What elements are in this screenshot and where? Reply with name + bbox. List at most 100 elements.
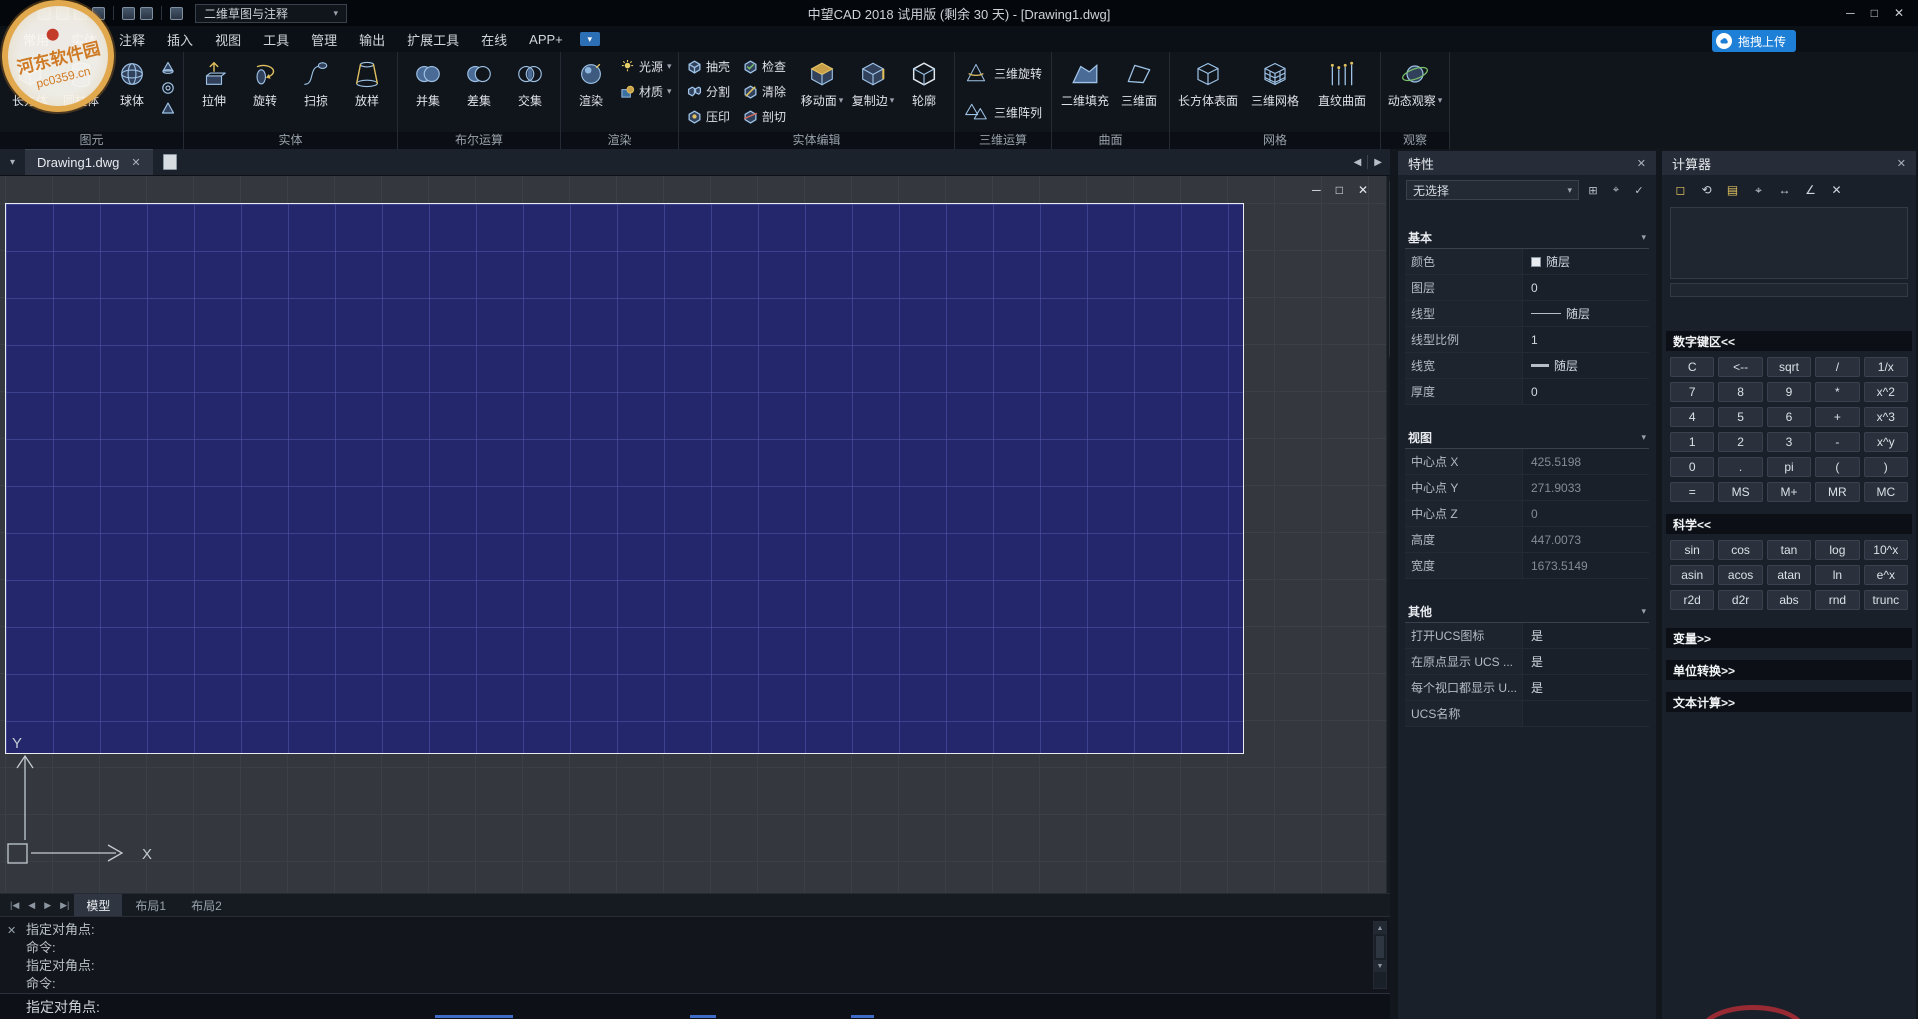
property-value[interactable]: 0 bbox=[1523, 275, 1649, 300]
check-button[interactable]: 检查 bbox=[740, 54, 796, 79]
calc-key-trunc[interactable]: trunc bbox=[1864, 590, 1908, 610]
calc-key-pi[interactable]: pi bbox=[1767, 457, 1811, 477]
calc-key-r2d[interactable]: r2d bbox=[1670, 590, 1714, 610]
intersection-icon[interactable]: ✕ bbox=[1828, 182, 1845, 199]
paste-icon[interactable]: ▤ bbox=[1724, 182, 1741, 199]
undo-icon[interactable] bbox=[122, 7, 135, 20]
collapse-section-icon[interactable]: ▾ bbox=[1641, 607, 1646, 616]
calc-key-10x[interactable]: 10^x bbox=[1864, 540, 1908, 560]
first-layout-icon[interactable]: |◀ bbox=[6, 900, 23, 911]
ruled-surface-button[interactable]: 直纹曲面 bbox=[1309, 54, 1375, 132]
next-layout-icon[interactable]: ▶ bbox=[40, 900, 55, 911]
selection-dropdown[interactable]: 无选择 ▾ bbox=[1406, 180, 1579, 200]
calc-key-log[interactable]: log bbox=[1815, 540, 1859, 560]
extrude-button[interactable]: 拉伸 bbox=[189, 54, 239, 132]
clear-icon[interactable]: ◻ bbox=[1672, 182, 1689, 199]
rotate-3d-button[interactable]: 三维旋转 bbox=[960, 54, 1046, 92]
close-tab-icon[interactable]: ✕ bbox=[131, 156, 140, 169]
minimize-button[interactable]: ─ bbox=[1846, 6, 1855, 20]
render-button[interactable]: 渲染 bbox=[566, 54, 616, 132]
calc-key-close-paren[interactable]: ) bbox=[1864, 457, 1908, 477]
pyramid-icon[interactable] bbox=[161, 101, 175, 115]
calc-key-ln[interactable]: ln bbox=[1815, 565, 1859, 585]
calc-key-decimal[interactable]: . bbox=[1718, 457, 1762, 477]
copy-edge-button[interactable]: 复制边▾ bbox=[848, 54, 898, 132]
intersect-button[interactable]: 交集 bbox=[505, 54, 555, 132]
cone-icon[interactable] bbox=[161, 61, 175, 75]
separate-button[interactable]: 分割 bbox=[684, 79, 740, 104]
calc-key-tan[interactable]: tan bbox=[1767, 540, 1811, 560]
viewport-close-icon[interactable]: ✕ bbox=[1358, 183, 1368, 197]
menu-item-online[interactable]: 在线 bbox=[470, 26, 518, 53]
calculator-input-field[interactable] bbox=[1670, 283, 1908, 297]
calc-key-5[interactable]: 5 bbox=[1718, 407, 1762, 427]
calc-key-plus[interactable]: + bbox=[1815, 407, 1859, 427]
collapse-right-icon[interactable]: ▶ bbox=[1374, 157, 1382, 168]
calc-key-9[interactable]: 9 bbox=[1767, 382, 1811, 402]
shell-button[interactable]: 抽壳 bbox=[684, 54, 740, 79]
calc-key-1[interactable]: 1 bbox=[1670, 432, 1714, 452]
drawing-canvas[interactable]: ─ □ ✕ Y X bbox=[0, 176, 1386, 893]
calculator-history-display[interactable] bbox=[1670, 207, 1908, 279]
calc-key-equals[interactable]: = bbox=[1670, 482, 1714, 502]
box-surface-button[interactable]: 长方体表面 bbox=[1175, 54, 1241, 132]
property-value[interactable]: 447.0073 bbox=[1523, 527, 1649, 552]
property-value[interactable]: 是 bbox=[1523, 675, 1649, 700]
property-value[interactable]: 随层 bbox=[1523, 353, 1649, 378]
close-calculator-icon[interactable]: ✕ bbox=[1897, 157, 1906, 170]
calc-key-cos[interactable]: cos bbox=[1718, 540, 1762, 560]
close-button[interactable]: ✕ bbox=[1894, 6, 1904, 20]
2d-fill-button[interactable]: 二维填充 bbox=[1057, 54, 1113, 132]
variables-section-header[interactable]: 变量>> bbox=[1666, 628, 1912, 648]
clean-button[interactable]: 清除 bbox=[740, 79, 796, 104]
viewport-minimize-icon[interactable]: ─ bbox=[1312, 183, 1321, 197]
calc-key-7[interactable]: 7 bbox=[1670, 382, 1714, 402]
close-properties-icon[interactable]: ✕ bbox=[1637, 157, 1646, 170]
collapse-section-icon[interactable]: ▾ bbox=[1641, 233, 1646, 242]
property-value[interactable]: 随层 bbox=[1523, 249, 1649, 274]
dynamic-orbit-button[interactable]: 动态观察▾ bbox=[1386, 54, 1444, 132]
calc-key-memory-clear[interactable]: MC bbox=[1864, 482, 1908, 502]
section-header[interactable]: 其他 ▾ bbox=[1405, 601, 1649, 623]
collapse-section-icon[interactable]: ▾ bbox=[1641, 433, 1646, 442]
property-value[interactable]: 0 bbox=[1523, 501, 1649, 526]
calc-key-sqrt[interactable]: sqrt bbox=[1767, 357, 1811, 377]
quick-select-icon[interactable]: ✓ bbox=[1630, 181, 1648, 199]
3d-mesh-button[interactable]: 三维网格 bbox=[1242, 54, 1308, 132]
property-value[interactable]: 1 bbox=[1523, 327, 1649, 352]
calc-key-clear[interactable]: C bbox=[1670, 357, 1714, 377]
imprint-button[interactable]: 压印 bbox=[684, 104, 740, 129]
viewport-rectangle[interactable] bbox=[5, 203, 1244, 754]
calc-key-8[interactable]: 8 bbox=[1718, 382, 1762, 402]
redo-icon[interactable] bbox=[140, 7, 153, 20]
calc-key-3[interactable]: 3 bbox=[1767, 432, 1811, 452]
outline-button[interactable]: 轮廓 bbox=[899, 54, 949, 132]
menu-item-output[interactable]: 输出 bbox=[348, 26, 396, 53]
sweep-button[interactable]: 扫掠 bbox=[291, 54, 341, 132]
unit-conversion-section-header[interactable]: 单位转换>> bbox=[1666, 660, 1912, 680]
tab-list-dropdown-icon[interactable]: ▾ bbox=[10, 157, 15, 168]
material-button[interactable]: 材质 ▾ bbox=[617, 79, 673, 104]
maximize-button[interactable]: □ bbox=[1871, 6, 1878, 20]
message-icon[interactable]: ▾ bbox=[580, 32, 600, 46]
property-value[interactable]: 1673.5149 bbox=[1523, 553, 1649, 578]
subtract-button[interactable]: 差集 bbox=[454, 54, 504, 132]
property-value[interactable]: 271.9033 bbox=[1523, 475, 1649, 500]
property-value[interactable]: 是 bbox=[1523, 623, 1649, 648]
scroll-up-icon[interactable]: ▲ bbox=[1374, 922, 1386, 934]
distance-icon[interactable]: ↔ bbox=[1776, 182, 1793, 199]
close-command-history-icon[interactable]: ✕ bbox=[7, 924, 16, 937]
pickadd-toggle-icon[interactable]: ⊞ bbox=[1584, 181, 1602, 199]
union-button[interactable]: 并集 bbox=[403, 54, 453, 132]
array-3d-button[interactable]: 三维阵列 bbox=[960, 93, 1046, 131]
calc-key-abs[interactable]: abs bbox=[1767, 590, 1811, 610]
property-value[interactable]: 0 bbox=[1523, 379, 1649, 404]
calc-key-reciprocal[interactable]: 1/x bbox=[1864, 357, 1908, 377]
tab-model[interactable]: 模型 bbox=[74, 894, 122, 917]
calc-key-backspace[interactable]: <-- bbox=[1718, 357, 1762, 377]
plot-preview-icon[interactable] bbox=[170, 7, 183, 20]
menu-item-view[interactable]: 视图 bbox=[204, 26, 252, 53]
calc-key-4[interactable]: 4 bbox=[1670, 407, 1714, 427]
3d-face-button[interactable]: 三维面 bbox=[1114, 54, 1164, 132]
section-button[interactable]: 剖切 bbox=[740, 104, 796, 129]
